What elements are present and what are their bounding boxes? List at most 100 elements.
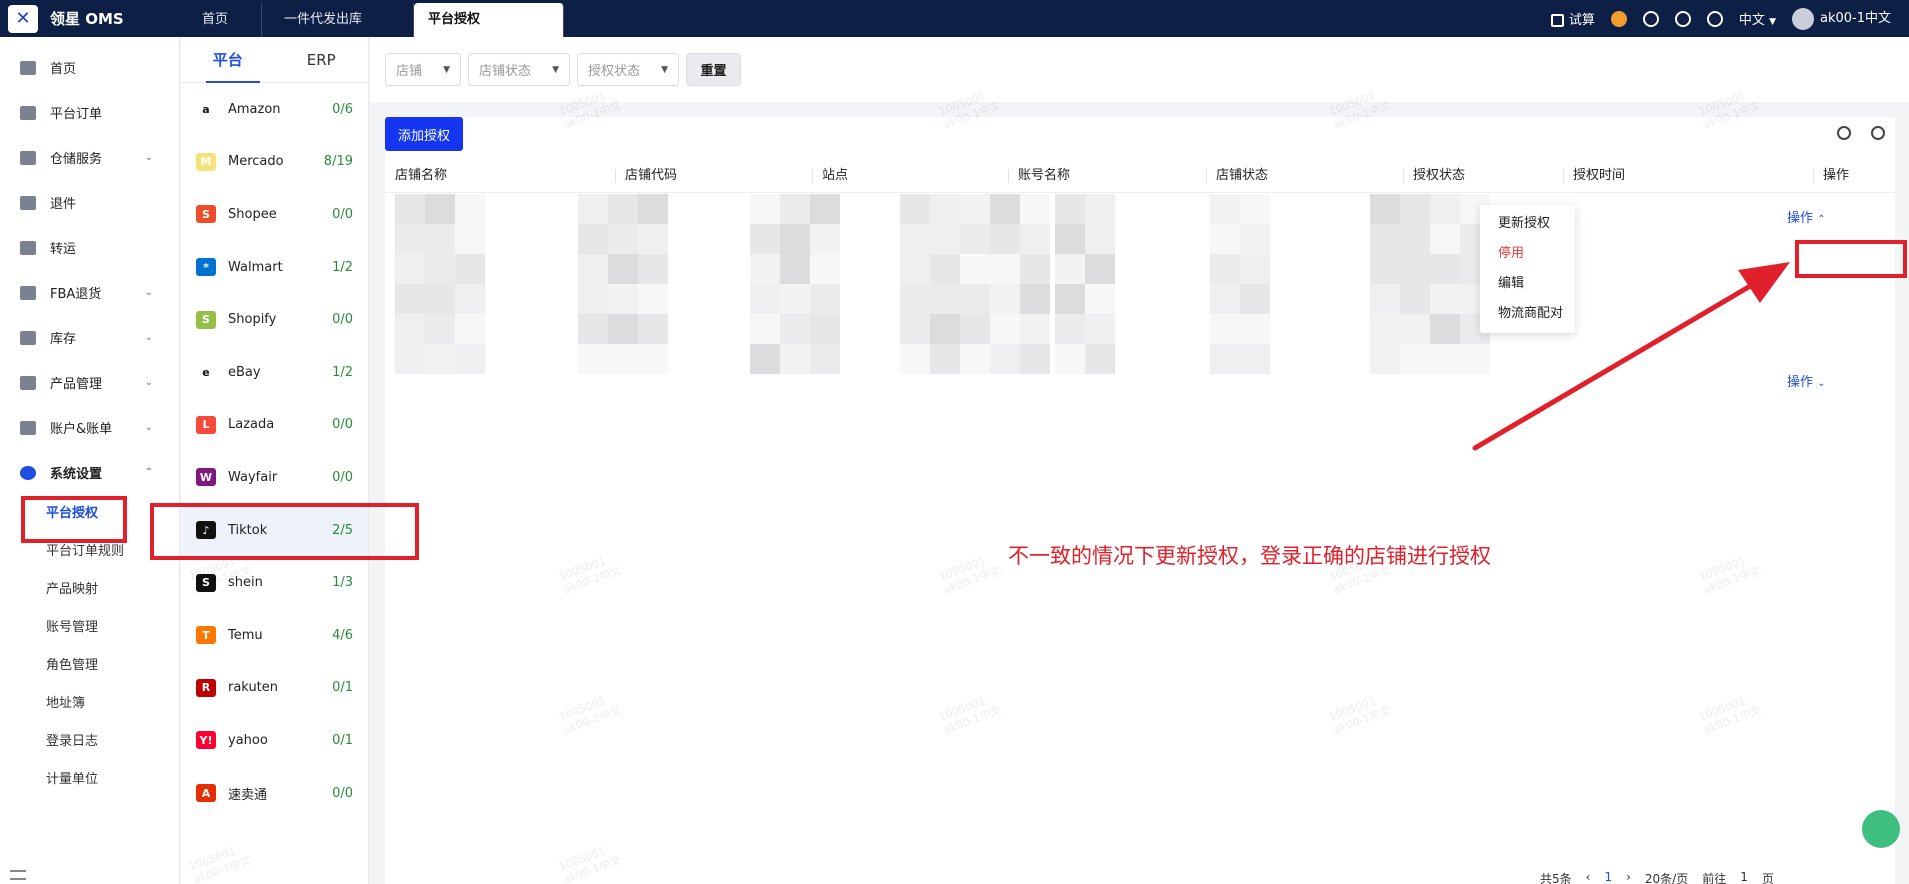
- gear-icon[interactable]: [1674, 10, 1691, 27]
- redacted-cell: [930, 254, 960, 284]
- redacted-cell: [1055, 194, 1085, 224]
- inventory-icon: [20, 330, 36, 345]
- platform-count: 0/1: [332, 680, 353, 696]
- nav-item-returns[interactable]: 退件: [0, 180, 179, 225]
- redacted-cell: [930, 314, 960, 344]
- sub-item-units[interactable]: 计量单位: [0, 761, 179, 799]
- goto-page-input[interactable]: 1: [1740, 870, 1748, 884]
- shop-status-placeholder: 店铺状态: [479, 64, 532, 79]
- sub-item-role-mgmt[interactable]: 角色管理: [0, 647, 179, 685]
- platform-logo-icon: M: [196, 152, 216, 171]
- nav-item-transfer[interactable]: 转运: [0, 225, 179, 270]
- redacted-cell: [900, 254, 930, 284]
- reset-button[interactable]: 重置: [686, 53, 741, 86]
- nav-item-label: 退件: [50, 197, 77, 212]
- help-icon[interactable]: [1871, 126, 1885, 140]
- menu-item-edit[interactable]: 编辑: [1480, 269, 1575, 299]
- redacted-cell: [810, 314, 840, 344]
- redacted-cell: [1020, 194, 1050, 224]
- menu-item-update-auth[interactable]: 更新授权: [1480, 209, 1575, 239]
- redacted-cell: [900, 344, 930, 374]
- redacted-cell: [1085, 284, 1115, 314]
- redacted-cell: [608, 344, 638, 374]
- assistant-fab-icon[interactable]: [1862, 810, 1900, 848]
- shop-status-select[interactable]: 店铺状态 ▼: [468, 53, 570, 86]
- platform-item[interactable]: a Amazon 0/6: [181, 83, 368, 136]
- redacted-cell: [578, 344, 608, 374]
- nav-item-label: 库存: [50, 332, 77, 347]
- redacted-cell: [900, 194, 930, 224]
- platform-item[interactable]: T Temu 4/6: [181, 609, 368, 662]
- platform-item[interactable]: e eBay 1/2: [181, 346, 368, 399]
- platform-item[interactable]: L Lazada 0/0: [181, 399, 368, 452]
- action-label: 操作: [1787, 211, 1814, 226]
- nav-item-inventory[interactable]: 库存 ⌄: [0, 315, 179, 360]
- nav-item-settings[interactable]: 系统设置 ⌃: [0, 450, 179, 495]
- nav-item-fba-returns[interactable]: FBA退货 ⌄: [0, 270, 179, 315]
- platform-item[interactable]: S Shopee 0/0: [181, 188, 368, 241]
- row-action-link[interactable]: 操作 ⌃: [1787, 207, 1826, 226]
- app-logo[interactable]: ✕ 领星 OMS: [0, 4, 180, 33]
- redacted-cell: [1020, 314, 1050, 344]
- menu-item-disable[interactable]: 停用: [1480, 239, 1575, 269]
- nav-item-label: 仓储服务: [50, 152, 103, 167]
- redacted-cell: [1430, 194, 1460, 224]
- redacted-cell: [1430, 314, 1460, 344]
- app-title: 领星 OMS: [50, 10, 124, 28]
- tab-dropship-outbound[interactable]: 一件代发出库: [262, 3, 414, 37]
- tab-platform[interactable]: 平台: [181, 37, 275, 83]
- page-size-select[interactable]: 20条/页: [1645, 870, 1688, 884]
- platform-tabs: 平台 ERP: [181, 37, 368, 83]
- platform-item[interactable]: W Wayfair 0/0: [181, 451, 368, 504]
- menu-item-carrier-match[interactable]: 物流商配对: [1480, 299, 1575, 329]
- user-menu[interactable]: ak00-1中文: [1792, 7, 1891, 30]
- sub-item-account-mgmt[interactable]: 账号管理: [0, 609, 179, 647]
- platform-item[interactable]: A 速卖通 0/0: [181, 767, 368, 820]
- pager-current[interactable]: 1: [1604, 870, 1612, 884]
- platform-item[interactable]: * Walmart 1/2: [181, 241, 368, 294]
- next-page-icon[interactable]: ›: [1626, 870, 1631, 884]
- row-action-link[interactable]: 操作 ⌄: [1787, 371, 1826, 390]
- nav-item-accounts[interactable]: 账户&账单 ⌄: [0, 405, 179, 450]
- nav-item-products[interactable]: 产品管理 ⌄: [0, 360, 179, 405]
- platform-item[interactable]: M Mercado 8/19: [181, 136, 368, 189]
- nav-item-home[interactable]: 首页: [0, 45, 179, 90]
- auth-status-select[interactable]: 授权状态 ▼: [577, 53, 679, 86]
- platform-item[interactable]: Y! yahoo 0/1: [181, 714, 368, 767]
- redacted-cell: [455, 314, 485, 344]
- robot-icon[interactable]: [1610, 10, 1627, 27]
- platform-item[interactable]: Rrakuten 0/1: [181, 662, 368, 715]
- tab-erp[interactable]: ERP: [275, 37, 369, 82]
- tab-platform-auth[interactable]: 平台授权: [414, 3, 564, 37]
- platform-count: 1/3: [332, 575, 353, 591]
- chevron-down-icon: ⌄: [144, 377, 153, 388]
- redacted-cell: [1460, 344, 1490, 374]
- col-auth-time: 授权时间: [1563, 159, 1813, 193]
- top-bar: ✕ 领星 OMS 首页 一件代发出库 平台授权 试算 中文 ▼ ak00-1中文: [0, 0, 1909, 37]
- calculator-icon: [1550, 14, 1564, 27]
- add-auth-button[interactable]: 添加授权: [385, 117, 463, 151]
- nav-item-platform-orders[interactable]: 平台订单: [0, 90, 179, 135]
- language-select[interactable]: 中文 ▼: [1739, 9, 1776, 28]
- prev-page-icon[interactable]: ‹: [1586, 870, 1591, 884]
- redacted-cell: [990, 284, 1020, 314]
- sub-item-login-log[interactable]: 登录日志: [0, 723, 179, 761]
- collapse-menu-icon[interactable]: [10, 870, 26, 880]
- refresh-icon[interactable]: [1837, 126, 1851, 140]
- nav-item-warehouse[interactable]: 仓储服务 ⌄: [0, 135, 179, 180]
- redacted-cell: [638, 344, 668, 374]
- redacted-cell: [1085, 194, 1115, 224]
- tab-home[interactable]: 首页: [180, 3, 262, 37]
- sub-item-product-mapping[interactable]: 产品映射: [0, 571, 179, 609]
- redacted-cell: [1240, 224, 1270, 254]
- help-icon[interactable]: [1706, 10, 1723, 27]
- sub-item-address-book[interactable]: 地址簿: [0, 685, 179, 723]
- shop-select[interactable]: 店铺 ▼: [385, 53, 461, 86]
- redacted-cell: [960, 224, 990, 254]
- platform-item[interactable]: S Shopify 0/0: [181, 293, 368, 346]
- trial-button[interactable]: 试算: [1550, 9, 1595, 28]
- redacted-cell: [395, 254, 425, 284]
- redacted-cell: [395, 194, 425, 224]
- download-icon[interactable]: [1642, 10, 1659, 27]
- transfer-icon: [20, 240, 36, 255]
